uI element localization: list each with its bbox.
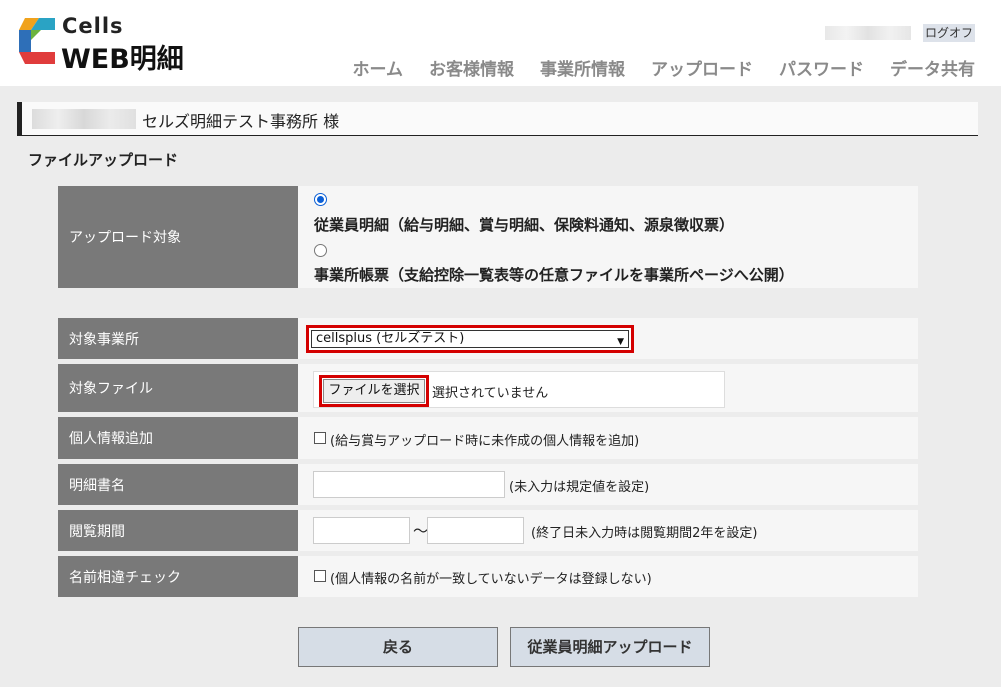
upload-button[interactable]: 従業員明細アップロード [510,627,710,667]
section-title: ファイルアップロード [28,151,179,169]
radio-employee-statement[interactable] [314,193,327,206]
office-title-bar: セルズ明細テスト事務所 様 [17,102,978,136]
nav-customer-info[interactable]: お客様情報 [429,55,514,80]
nav-home[interactable]: ホーム [353,55,404,80]
logo-text-cells: Cells [62,14,124,38]
back-button[interactable]: 戻る [298,627,498,667]
radio-office-document[interactable] [314,244,327,257]
file-button-highlight: ファイルを選択 [319,375,429,407]
office-select-highlight: cellsplus (セルズテスト) ▼ [306,325,634,353]
personal-info-note: (給与賞与アップロード時に未作成の個人情報を追加) [330,434,640,449]
nav-office-info[interactable]: 事業所情報 [540,55,625,80]
main-nav: ホーム お客様情報 事業所情報 アップロード パスワード データ共有 [353,55,976,80]
logo-text-web: WEB明細 [61,44,184,75]
viewing-period-note: (終了日未入力時は閲覧期間2年を設定) [531,526,758,541]
viewing-period-label: 閲覧期間 [58,510,298,551]
header: Cells WEB明細 ログオフ ホーム お客様情報 事業所情報 アップロード … [0,0,1001,86]
personal-info-checkbox[interactable] [314,432,326,444]
cells-logo-icon [19,18,55,64]
personal-info-field: (給与賞与アップロード時に未作成の個人情報を追加) [298,417,918,459]
target-file-field: ファイルを選択 選択されていません [298,364,918,412]
period-start-input[interactable] [313,517,410,544]
chevron-down-icon: ▼ [617,337,624,347]
file-input: ファイルを選択 選択されていません [313,371,725,408]
statement-name-input[interactable] [313,471,505,498]
radio-office-document-label: 事業所帳票（支給控除一覧表等の任意ファイルを事業所ページへ公開） [314,266,794,284]
nav-data-share[interactable]: データ共有 [890,55,975,80]
personal-info-label: 個人情報追加 [58,417,298,459]
name-check-label: 名前相違チェック [58,556,298,597]
statement-name-note: (未入力は規定値を設定) [509,480,650,495]
target-office-field: cellsplus (セルズテスト) ▼ [298,318,918,359]
office-select-value: cellsplus (セルズテスト) [316,331,465,346]
target-file-label: 対象ファイル [58,364,298,412]
file-status: 選択されていません [432,386,549,401]
office-title: セルズ明細テスト事務所 様 [142,112,340,131]
statement-name-field: (未入力は規定値を設定) [298,464,918,505]
user-name-redacted [825,26,911,40]
period-separator: 〜 [413,522,429,540]
name-check-checkbox[interactable] [314,570,326,582]
radio-employee-statement-label: 従業員明細（給与明細、賞与明細、保険料通知、源泉徴収票） [314,216,735,234]
period-end-input[interactable] [427,517,524,544]
upload-target-field: 従業員明細（給与明細、賞与明細、保険料通知、源泉徴収票） 事業所帳票（支給控除一… [298,186,918,288]
nav-password[interactable]: パスワード [779,55,864,80]
target-office-label: 対象事業所 [58,318,298,359]
nav-upload[interactable]: アップロード [651,55,753,80]
logoff-button[interactable]: ログオフ [923,24,975,42]
office-code-redacted [32,109,136,129]
upload-target-label: アップロード対象 [58,186,298,288]
name-check-field: (個人情報の名前が一致していないデータは登録しない) [298,556,918,597]
viewing-period-field: 〜 (終了日未入力時は閲覧期間2年を設定) [298,510,918,551]
office-select[interactable]: cellsplus (セルズテスト) ▼ [311,330,629,348]
statement-name-label: 明細書名 [58,464,298,505]
choose-file-button[interactable]: ファイルを選択 [323,379,425,403]
name-check-note: (個人情報の名前が一致していないデータは登録しない) [330,572,652,587]
